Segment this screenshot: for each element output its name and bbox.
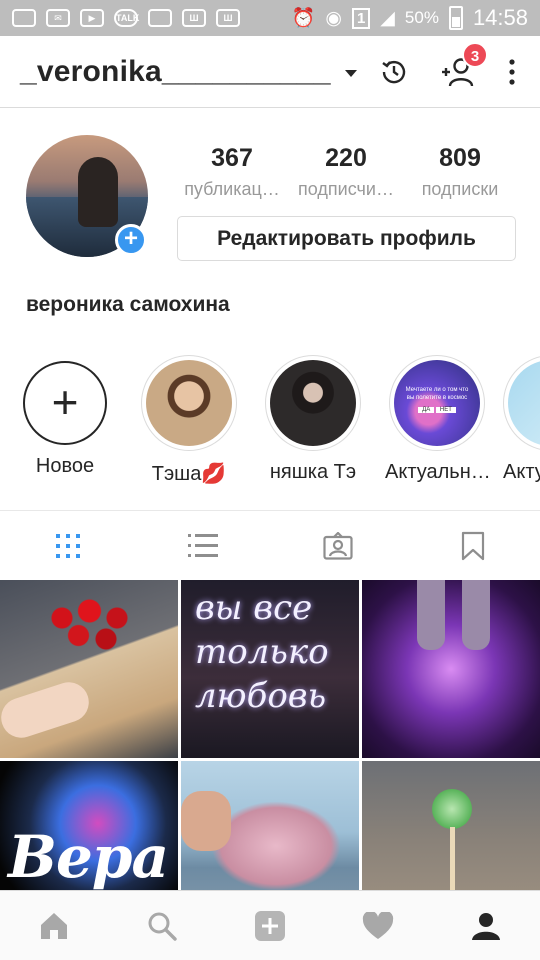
post-caption: вы все только любовь — [195, 588, 329, 716]
profile-header-bar: _veronika__________ 3 — [0, 36, 540, 108]
mail-icon: ✉ — [46, 9, 70, 27]
profile-tabs — [0, 510, 540, 580]
post-caption: Вера — [8, 823, 169, 890]
highlight-label: няшка Тэ — [269, 461, 357, 483]
nav-search[interactable] — [108, 891, 216, 960]
tab-tagged[interactable] — [270, 511, 405, 580]
profile-stats: 367 публикац… 220 подписчи… 809 подписки — [176, 144, 516, 200]
search-icon — [148, 912, 177, 941]
highlight-label: Новое — [35, 455, 95, 477]
archive-button[interactable] — [376, 54, 412, 90]
highlight-text: вы полетите в космос — [406, 395, 468, 401]
post-thumbnail[interactable]: Вера — [0, 761, 178, 890]
add-post-icon — [255, 910, 285, 941]
nav-profile[interactable] — [432, 891, 540, 960]
highlight-item[interactable]: Акту — [503, 355, 540, 484]
history-icon — [382, 60, 406, 83]
more-vertical-icon — [509, 58, 515, 85]
list-icon — [187, 533, 218, 557]
highlight-label: Тэша💋 — [151, 463, 227, 485]
nav-home[interactable] — [0, 891, 108, 960]
add-story-icon[interactable]: + — [115, 224, 147, 256]
highlight-text: Мечтаете ли о том что — [405, 387, 469, 393]
youtube-icon: ▶ — [80, 9, 104, 27]
profile-icon — [472, 912, 500, 940]
highlight-cover — [146, 360, 232, 446]
post-thumbnail[interactable]: вы все только любовь — [181, 580, 359, 758]
highlight-cover: Мечтаете ли о том что вы полетите в косм… — [394, 360, 480, 446]
post-grid: вы все только любовь Вера — [0, 580, 540, 890]
gallery-icon — [148, 9, 172, 27]
highlight-cover — [270, 360, 356, 446]
highlight-label: Актуальн… — [385, 461, 491, 483]
nav-new-post[interactable] — [216, 891, 324, 960]
talk-icon: TALK — [114, 9, 139, 27]
options-button[interactable] — [504, 54, 520, 90]
post-thumbnail[interactable] — [362, 580, 540, 758]
followers-count[interactable]: 220 подписчи… — [290, 144, 402, 200]
highlight-text: ДА — [418, 407, 435, 413]
highlight-item[interactable]: Мечтаете ли о том что вы полетите в косм… — [385, 355, 491, 484]
highlight-new[interactable]: + Новое — [13, 355, 117, 478]
bottom-navigation — [0, 890, 540, 960]
posts-count[interactable]: 367 публикац… — [176, 144, 288, 200]
following-count[interactable]: 809 подписки — [404, 144, 516, 200]
wifi-icon: ◉ — [325, 7, 342, 29]
post-thumbnail[interactable] — [362, 761, 540, 890]
grid-icon — [55, 533, 80, 558]
stat-value: 809 — [439, 144, 481, 172]
stat-label: подписчи… — [298, 179, 394, 199]
message-icon — [12, 9, 36, 27]
stat-label: подписки — [421, 179, 499, 199]
stat-value: 220 — [325, 144, 367, 172]
post-thumbnail[interactable] — [0, 580, 178, 758]
status-bar: ✉ ▶ TALK Ш Ш ⏰ ◉ 1 ◢ 50% 14:58 — [0, 0, 540, 36]
tab-list[interactable] — [135, 511, 270, 580]
tab-grid[interactable] — [0, 511, 135, 580]
stat-label: публикац… — [184, 179, 280, 199]
stat-value: 367 — [211, 144, 253, 172]
full-name: вероника самохина — [26, 293, 230, 316]
highlight-label: Акту — [503, 461, 540, 483]
highlight-cover — [508, 360, 540, 446]
alarm-icon: ⏰ — [291, 8, 316, 29]
signal-icon: ◢ — [380, 7, 395, 29]
discover-people-button[interactable]: 3 — [440, 41, 488, 90]
post-thumbnail[interactable] — [181, 761, 359, 890]
highlight-item[interactable]: Тэша💋 — [137, 355, 241, 486]
notification-badge: 3 — [462, 41, 488, 68]
tagged-icon — [322, 531, 353, 560]
home-icon — [41, 912, 67, 939]
battery-percent: 50% — [404, 8, 439, 27]
username[interactable]: _veronika__________ — [20, 55, 331, 89]
heart-icon — [362, 911, 394, 939]
story-highlights: + Новое Тэша💋 няшка Тэ Мечтаете ли о том… — [0, 355, 540, 495]
bookmark-icon — [461, 531, 484, 560]
sim-icon: 1 — [351, 7, 371, 29]
edit-profile-button[interactable]: Редактировать профиль — [177, 216, 516, 261]
battery-icon — [448, 6, 463, 30]
tab-saved[interactable] — [405, 511, 540, 580]
clock: 14:58 — [472, 5, 528, 30]
highlight-item[interactable]: няшка Тэ — [261, 355, 365, 484]
notification-icons: ✉ ▶ TALK Ш Ш — [12, 9, 240, 27]
highlight-text: НЕТ — [435, 407, 456, 413]
chevron-down-icon[interactable] — [344, 70, 357, 77]
nav-activity[interactable] — [324, 891, 432, 960]
w-icon: Ш — [216, 9, 240, 27]
plus-icon: + — [23, 361, 107, 445]
w-icon: Ш — [182, 9, 206, 27]
